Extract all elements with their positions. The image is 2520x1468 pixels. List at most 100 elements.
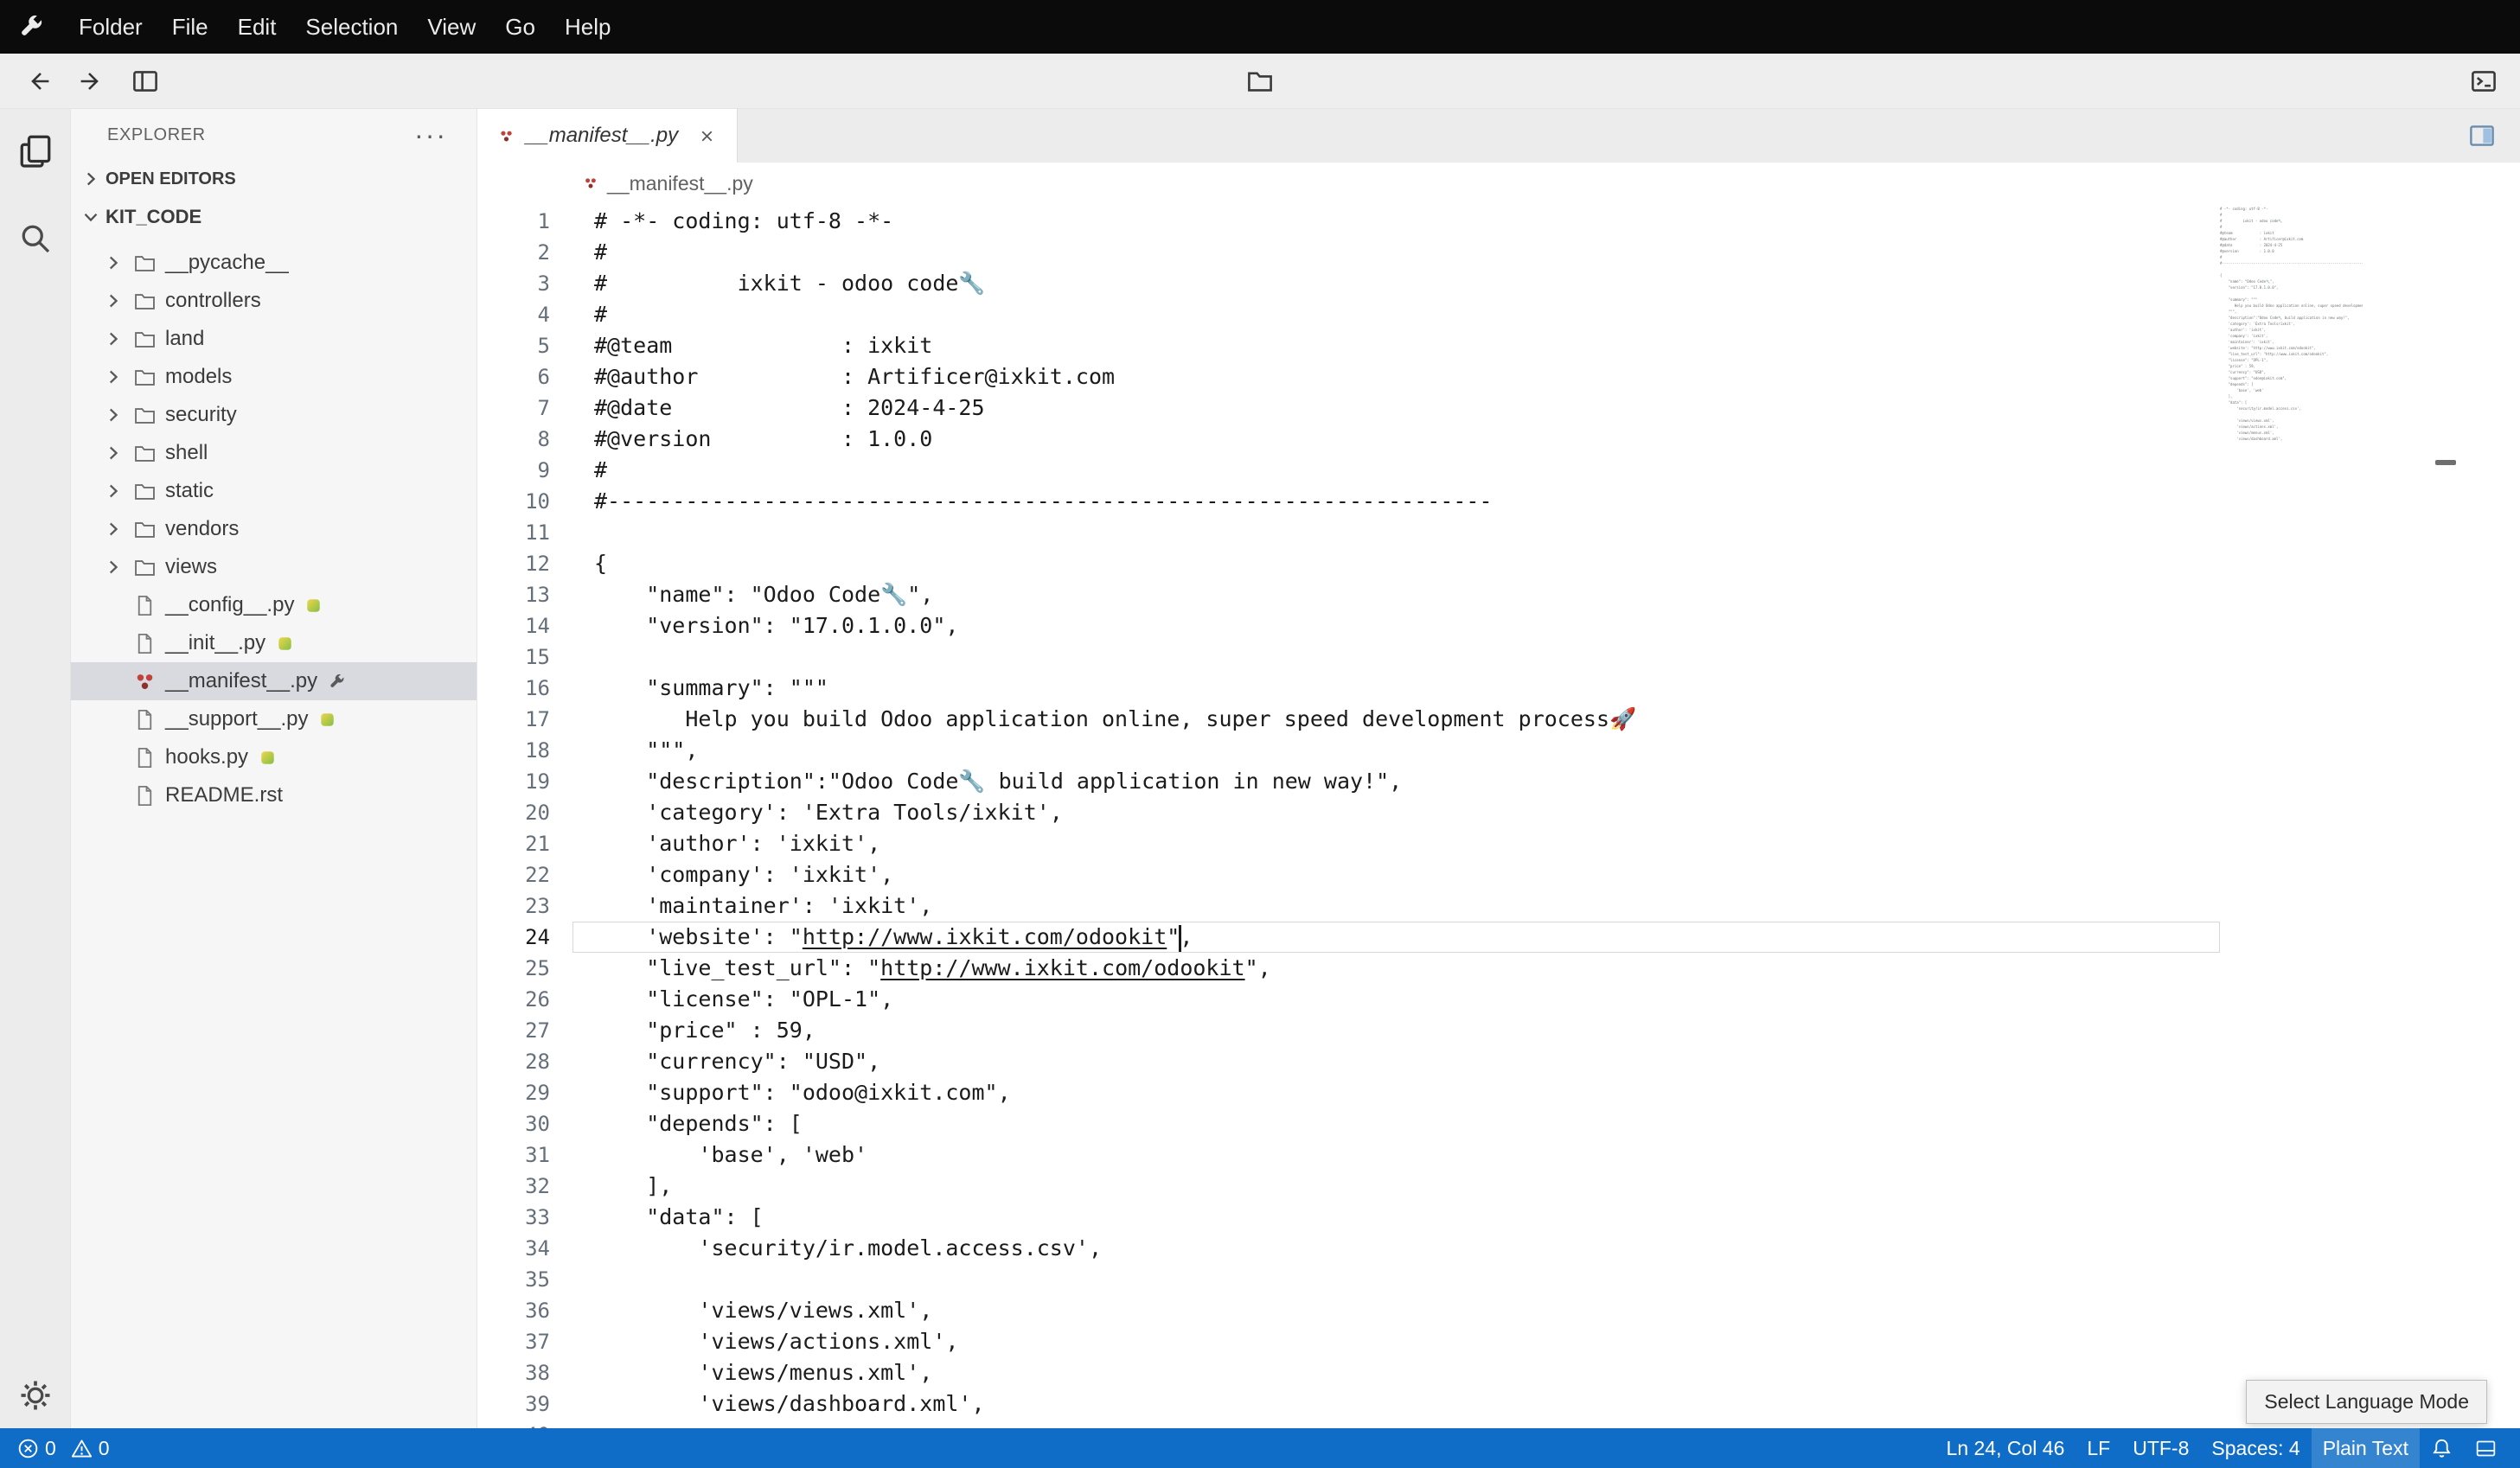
menu-edit[interactable]: Edit <box>223 14 291 41</box>
line-text[interactable]: # <box>572 299 2220 330</box>
menu-file[interactable]: File <box>157 14 223 41</box>
encoding-button[interactable]: UTF-8 <box>2121 1428 2200 1468</box>
line-text[interactable]: ], <box>572 1171 2220 1202</box>
line-text[interactable]: "description":"Odoo Code🔧 build applicat… <box>572 766 2220 797</box>
error-icon <box>17 1438 39 1459</box>
line-text[interactable] <box>572 1420 2220 1428</box>
tree-file-__config__.py[interactable]: __config__.py <box>71 586 476 624</box>
line-text[interactable]: Help you build Odoo application online, … <box>572 704 2220 735</box>
line-text[interactable]: "version": "17.0.1.0.0", <box>572 610 2220 641</box>
code-lines[interactable]: 1# -*- coding: utf-8 -*-2#3# ixkit - odo… <box>477 206 2220 1428</box>
line-text[interactable]: "data": [ <box>572 1202 2220 1233</box>
tree-folder-shell[interactable]: shell <box>71 434 476 472</box>
line-text[interactable]: #@author : Artificer@ixkit.com <box>572 361 2220 393</box>
panel-icon[interactable] <box>2464 1428 2508 1468</box>
menu-selection[interactable]: Selection <box>291 14 413 41</box>
line-text[interactable]: 'maintainer': 'ixkit', <box>572 890 2220 922</box>
line-text[interactable]: 'company': 'ixkit', <box>572 859 2220 890</box>
layout-columns-icon[interactable] <box>131 67 159 95</box>
line-text[interactable]: #---------------------------------------… <box>572 486 2220 517</box>
line-text[interactable]: "live_test_url": "http://www.ixkit.com/o… <box>572 953 2220 984</box>
line-text[interactable]: #@version : 1.0.0 <box>572 424 2220 455</box>
editor-group: __manifest__.py __manifest__.py 1# -*- c… <box>477 109 2520 1428</box>
line-text[interactable]: 'author': 'ixkit', <box>572 828 2220 859</box>
line-text[interactable]: #@date : 2024-4-25 <box>572 393 2220 424</box>
menu-folder[interactable]: Folder <box>64 14 157 41</box>
folder-icon[interactable] <box>1246 67 1274 95</box>
app-icon <box>17 13 45 41</box>
eol-button[interactable]: LF <box>2075 1428 2121 1468</box>
split-editor-icon[interactable] <box>2468 122 2496 150</box>
line-text[interactable]: # ixkit - odoo code🔧 <box>572 268 2220 299</box>
language-mode-button[interactable]: Plain Text <box>2312 1428 2420 1468</box>
link[interactable]: http://www.ixkit.com/odookit <box>880 955 1244 980</box>
more-actions-icon[interactable]: ··· <box>414 126 447 144</box>
line-text[interactable]: "license": "OPL-1", <box>572 984 2220 1015</box>
line-text[interactable]: # <box>572 455 2220 486</box>
tree-file-__support__.py[interactable]: __support__.py <box>71 700 476 738</box>
scrollbar[interactable] <box>2363 206 2520 1428</box>
line-text[interactable]: # <box>572 237 2220 268</box>
line-text[interactable]: # -*- coding: utf-8 -*- <box>572 206 2220 237</box>
line-text[interactable]: 'category': 'Extra Tools/ixkit', <box>572 797 2220 828</box>
line-text[interactable]: "summary": """ <box>572 673 2220 704</box>
back-arrow-icon[interactable] <box>24 67 52 95</box>
line-text[interactable]: "support": "odoo@ixkit.com", <box>572 1077 2220 1108</box>
explorer-icon[interactable] <box>18 133 53 168</box>
line-text[interactable]: 'security/ir.model.access.csv', <box>572 1233 2220 1264</box>
tree-folder-views[interactable]: views <box>71 548 476 586</box>
tree-folder-vendors[interactable]: vendors <box>71 510 476 548</box>
tree-folder-models[interactable]: models <box>71 358 476 396</box>
notifications-bell-icon[interactable] <box>2420 1428 2464 1468</box>
line-text[interactable]: #@team : ixkit <box>572 330 2220 361</box>
menu-view[interactable]: View <box>413 14 490 41</box>
problems-button[interactable]: 0 0 <box>9 1428 127 1468</box>
line-text[interactable]: 'base', 'web' <box>572 1139 2220 1171</box>
indentation-button[interactable]: Spaces: 4 <box>2200 1428 2311 1468</box>
line-text[interactable]: 'views/dashboard.xml', <box>572 1388 2220 1420</box>
search-icon[interactable] <box>18 221 53 256</box>
tree-folder-controllers[interactable]: controllers <box>71 282 476 320</box>
line-text[interactable]: 'website': "http://www.ixkit.com/odookit… <box>572 922 2220 953</box>
menu-go[interactable]: Go <box>490 14 550 41</box>
line-text[interactable] <box>572 641 2220 673</box>
tree-folder-security[interactable]: security <box>71 396 476 434</box>
line-text[interactable]: 'views/views.xml', <box>572 1295 2220 1326</box>
link[interactable]: http://www.ixkit.com/odookit <box>803 924 1167 949</box>
tree-folder-__pycache__[interactable]: __pycache__ <box>71 244 476 282</box>
line-text[interactable] <box>572 1264 2220 1295</box>
forward-arrow-icon[interactable] <box>78 67 106 95</box>
tree-file-__init__.py[interactable]: __init__.py <box>71 624 476 662</box>
tree-file-__manifest__.py[interactable]: __manifest__.py <box>71 662 476 700</box>
tree-file-hooks.py[interactable]: hooks.py <box>71 738 476 776</box>
section-open-editors[interactable]: OPEN EDITORS <box>71 161 476 197</box>
line-text[interactable]: "price" : 59, <box>572 1015 2220 1046</box>
line-number: 9 <box>477 455 572 486</box>
line-number: 8 <box>477 424 572 455</box>
editor[interactable]: 1# -*- coding: utf-8 -*-2#3# ixkit - odo… <box>477 204 2520 1428</box>
line-text[interactable]: 'views/actions.xml', <box>572 1326 2220 1357</box>
gear-icon[interactable] <box>18 1378 53 1413</box>
file-icon <box>133 746 157 769</box>
line-text[interactable]: "depends": [ <box>572 1108 2220 1139</box>
line-text[interactable] <box>572 517 2220 548</box>
tab-bar: __manifest__.py <box>477 109 2520 163</box>
tree-folder-land[interactable]: land <box>71 320 476 358</box>
line-text[interactable]: "name": "Odoo Code🔧", <box>572 579 2220 610</box>
terminal-icon[interactable] <box>2470 67 2498 95</box>
tab-manifest[interactable]: __manifest__.py <box>477 109 738 163</box>
tree-file-README.rst[interactable]: README.rst <box>71 776 476 814</box>
line-text[interactable]: { <box>572 548 2220 579</box>
breadcrumb[interactable]: __manifest__.py <box>477 163 2520 204</box>
line-number: 34 <box>477 1233 572 1264</box>
minimap[interactable]: # -*- coding: utf-8 -*-## ixkit - odoo c… <box>2220 206 2363 1428</box>
cursor-position-button[interactable]: Ln 24, Col 46 <box>1935 1428 2076 1468</box>
line-text[interactable]: """, <box>572 735 2220 766</box>
menu-help[interactable]: Help <box>550 14 625 41</box>
tree-folder-static[interactable]: static <box>71 472 476 510</box>
close-icon[interactable] <box>698 127 716 145</box>
line-text[interactable]: 'views/menus.xml', <box>572 1357 2220 1388</box>
section-workspace[interactable]: KIT_CODE <box>71 197 476 237</box>
line-text[interactable]: "currency": "USD", <box>572 1046 2220 1077</box>
line-number: 2 <box>477 237 572 268</box>
